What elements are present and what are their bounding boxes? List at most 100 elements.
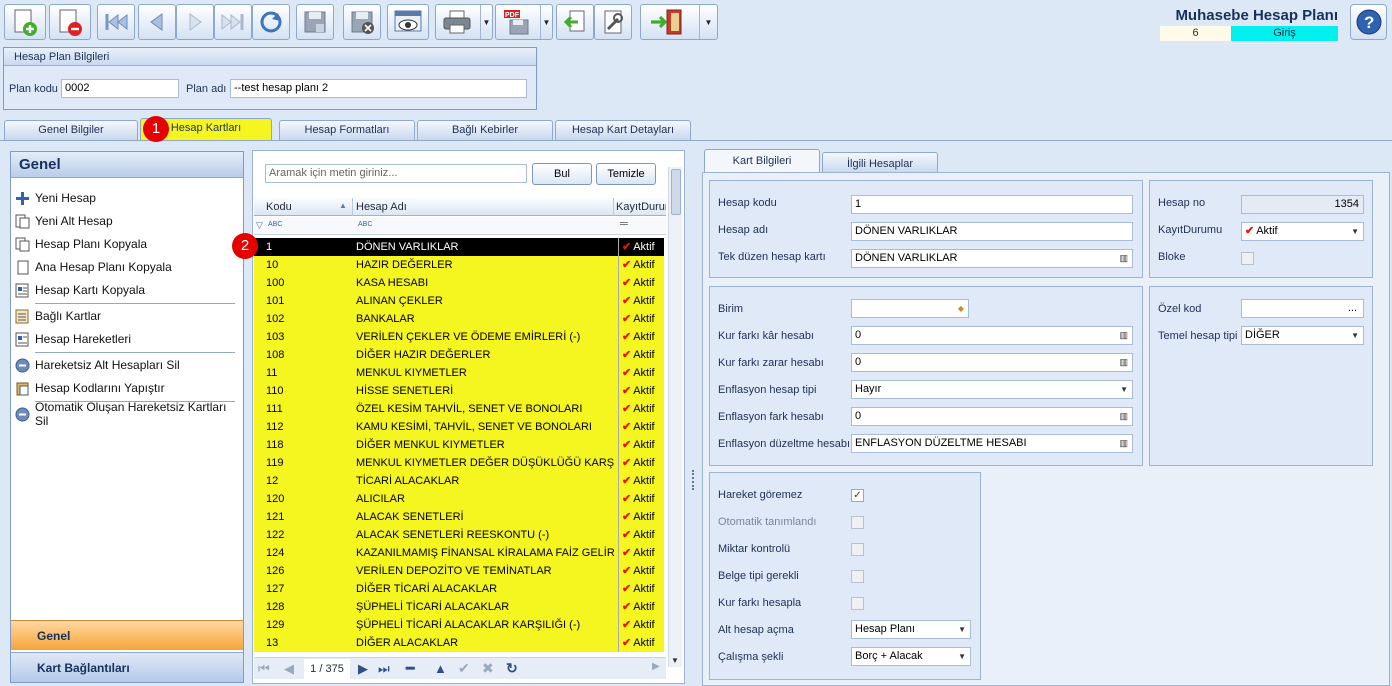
table-row[interactable]: 112 KAMU KESİMİ, TAHVİL, SENET VE BONOLAR…	[254, 418, 664, 436]
last-record-icon[interactable]	[214, 4, 252, 40]
first-page-icon[interactable]: ⏮	[258, 661, 270, 677]
save-icon[interactable]	[296, 4, 334, 40]
kur-kar-field[interactable]: 0 ▥	[851, 326, 1133, 345]
temel-tip-select[interactable]: DİĞER ▼	[1241, 326, 1364, 345]
lookup-icon[interactable]: ▥	[1119, 250, 1128, 267]
ana-hesap-plani-kopyala-action[interactable]: Ana Hesap Planı Kopyala	[15, 257, 172, 277]
table-row[interactable]: 103 VERİLEN ÇEKLER VE ÖDEME EMİRLERİ (-) ✔…	[254, 328, 664, 346]
preview-icon[interactable]	[387, 4, 429, 40]
hesap-adi-field[interactable]: DÖNEN VARLIKLAR	[851, 222, 1133, 241]
scroll-right-icon[interactable]: ▶	[652, 661, 660, 672]
tab-hesap-formatlari[interactable]: Hesap Formatları	[279, 120, 415, 140]
print-icon[interactable]: ▼	[435, 4, 493, 40]
table-row[interactable]: 126 VERİLEN DEPOZİTO VE TEMİNATLAR ✔ Aktif	[254, 562, 664, 580]
tab-kart-bilgileri[interactable]: Kart Bilgileri	[704, 149, 820, 173]
hareketsiz-alt-hesaplari-sil-action[interactable]: Hareketsiz Alt Hesapları Sil	[15, 355, 180, 375]
lookup-icon[interactable]: ▥	[1119, 354, 1128, 371]
table-row[interactable]: 12 TİCARİ ALACAKLAR ✔ Aktif	[254, 472, 664, 490]
miktar-checkbox[interactable]	[851, 543, 864, 556]
next-page-icon[interactable]: ▶	[358, 661, 368, 677]
grid-scrollbar[interactable]: ▼	[668, 167, 682, 667]
first-record-icon[interactable]	[97, 4, 135, 40]
find-button[interactable]: Bul	[532, 163, 592, 185]
table-row[interactable]: 111 ÖZEL KESİM TAHVİL, SENET VE BONOLARI ✔…	[254, 400, 664, 418]
filter-icon[interactable]: ▽	[256, 220, 263, 231]
lookup-icon[interactable]: ▥	[1119, 408, 1128, 425]
prev-record-icon[interactable]	[138, 4, 176, 40]
chevron-down-icon[interactable]: ▼	[540, 5, 552, 39]
tag-icon[interactable]: ◆	[958, 300, 964, 317]
refresh-icon[interactable]	[252, 4, 290, 40]
ozel-kod-field[interactable]: ...	[1241, 299, 1364, 318]
belge-checkbox[interactable]	[851, 570, 864, 583]
tek-duzen-field[interactable]: DÖNEN VARLIKLAR ▥	[851, 249, 1133, 268]
hesap-plani-kopyala-action[interactable]: Hesap Planı Kopyala	[15, 234, 147, 254]
filter-hesap-adi[interactable]: ABC	[358, 221, 372, 228]
chevron-down-icon[interactable]: ▼	[480, 5, 492, 39]
table-row[interactable]: 118 DİĞER MENKUL KIYMETLER ✔ Aktif	[254, 436, 664, 454]
refresh-icon[interactable]: ↻	[506, 660, 518, 677]
table-row[interactable]: 102 BANKALAR ✔ Aktif	[254, 310, 664, 328]
pdf-icon[interactable]: PDF ▼	[495, 4, 553, 40]
up-icon[interactable]: ▲	[434, 661, 447, 676]
table-row[interactable]: 120 ALICILAR ✔ Aktif	[254, 490, 664, 508]
col-kodu[interactable]: Kodu	[266, 201, 292, 213]
enf-duzeltme-field[interactable]: ENFLASYON DÜZELTME HESABI ▥	[851, 434, 1133, 453]
search-input[interactable]: Aramak için metin giriniz...	[265, 164, 527, 183]
tools-icon[interactable]	[594, 4, 632, 40]
enf-tipi-select[interactable]: Hayır ▼	[851, 380, 1133, 399]
tab-hesap-kart-detaylari[interactable]: Hesap Kart Detayları	[555, 120, 691, 140]
scroll-down-icon[interactable]: ▼	[671, 656, 679, 665]
kur-hesapla-checkbox[interactable]	[851, 597, 864, 610]
nav-genel[interactable]: Genel	[11, 620, 243, 650]
plan-name-field[interactable]: --test hesap planı 2	[230, 79, 527, 98]
nav-kart-baglantilari[interactable]: Kart Bağlantıları	[11, 652, 243, 682]
table-row[interactable]: 119 MENKUL KIYMETLER DEĞER DÜŞÜKLÜĞÜ KARŞ…	[254, 454, 664, 472]
next-record-icon[interactable]	[176, 4, 214, 40]
hesap-karti-kopyala-action[interactable]: Hesap Kartı Kopyala	[15, 280, 145, 300]
clear-button[interactable]: Temizle	[596, 163, 656, 185]
prev-page-icon[interactable]: ◀	[284, 661, 294, 677]
kur-zarar-field[interactable]: 0 ▥	[851, 353, 1133, 372]
alt-hesap-select[interactable]: Hesap Planı ▼	[851, 620, 971, 639]
remove-row-icon[interactable]: ━	[406, 660, 414, 677]
bagli-kartlar-action[interactable]: Bağlı Kartlar	[15, 306, 101, 326]
yeni-alt-hesap-action[interactable]: Yeni Alt Hesap	[15, 211, 113, 231]
table-row[interactable]: 124 KAZANILMAMIŞ FİNANSAL KİRALAMA FAİZ G…	[254, 544, 664, 562]
table-row[interactable]: 108 DİĞER HAZIR DEĞERLER ✔ Aktif	[254, 346, 664, 364]
hesap-kodu-field[interactable]: 1	[851, 195, 1133, 214]
table-row[interactable]: 11 MENKUL KIYMETLER ✔ Aktif	[254, 364, 664, 382]
table-row[interactable]: 100 KASA HESABI ✔ Aktif	[254, 274, 664, 292]
new-doc-icon[interactable]	[4, 4, 46, 40]
plan-code-field[interactable]: 0002	[61, 79, 179, 98]
table-row[interactable]: 10 HAZIR DEĞERLER ✔ Aktif	[254, 256, 664, 274]
table-row[interactable]: 128 ŞÜPHELİ TİCARİ ALACAKLAR ✔ Aktif	[254, 598, 664, 616]
filter-kodu[interactable]: ABC	[268, 221, 282, 228]
bloke-checkbox[interactable]	[1241, 252, 1254, 265]
filter-durum[interactable]: ═	[620, 218, 628, 230]
birim-field[interactable]: ◆	[851, 299, 969, 318]
cancel-icon[interactable]: ✖	[482, 660, 494, 677]
exit-icon[interactable]: ▼	[640, 4, 718, 40]
hesap-kodlarini-yapistir-action[interactable]: Hesap Kodlarını Yapıştır	[15, 378, 165, 398]
table-row[interactable]: 121 ALACAK SENETLERİ ✔ Aktif	[254, 508, 664, 526]
table-row[interactable]: 127 DİĞER TİCARİ ALACAKLAR ✔ Aktif	[254, 580, 664, 598]
import-icon[interactable]	[556, 4, 594, 40]
lookup-icon[interactable]: ▥	[1119, 435, 1128, 452]
save-cancel-icon[interactable]	[343, 4, 381, 40]
col-hesap-adi[interactable]: Hesap Adı	[356, 201, 407, 213]
splitter-handle[interactable]	[692, 470, 694, 490]
table-row[interactable]: 13 DİĞER ALACAKLAR ✔ Aktif	[254, 634, 664, 652]
hesap-hareketleri-action[interactable]: Hesap Hareketleri	[15, 329, 131, 349]
table-row[interactable]: 110 HİSSE SENETLERİ ✔ Aktif	[254, 382, 664, 400]
help-button[interactable]: ?	[1350, 4, 1387, 40]
delete-doc-icon[interactable]	[49, 4, 91, 40]
confirm-icon[interactable]: ✔	[458, 660, 470, 677]
yeni-hesap-action[interactable]: Yeni Hesap	[15, 188, 96, 208]
table-row[interactable]: 1 DÖNEN VARLIKLAR ✔ Aktif	[254, 238, 664, 256]
scroll-thumb[interactable]	[671, 169, 681, 215]
calisma-select[interactable]: Borç + Alacak ▼	[851, 647, 971, 666]
tab-genel-bilgiler[interactable]: Genel Bilgiler	[4, 120, 138, 140]
tab-ilgili-hesaplar[interactable]: İlgili Hesaplar	[822, 152, 938, 173]
lookup-icon[interactable]: ▥	[1119, 327, 1128, 344]
